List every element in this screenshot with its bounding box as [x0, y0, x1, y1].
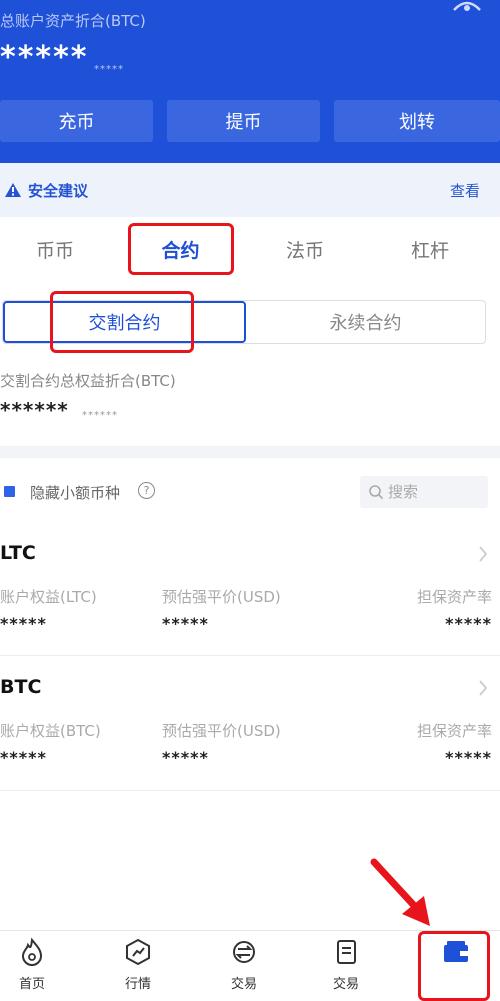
red-arrow-indicator — [370, 858, 430, 926]
margin-ratio-label: 担保资产率 — [416, 722, 492, 740]
tab-spot[interactable]: 币币 — [20, 224, 90, 274]
card-divider — [0, 655, 500, 656]
tab-fiat[interactable]: 法币 — [270, 224, 340, 274]
nav-trade[interactable]: 交易 — [204, 937, 284, 999]
deposit-button[interactable]: 充币 — [0, 100, 153, 142]
total-assets-sub: ***** — [94, 64, 124, 75]
delivery-equity-label: 交割合约总权益折合(BTC) — [0, 372, 176, 390]
eye-icon[interactable] — [452, 0, 482, 16]
section-divider — [0, 446, 500, 458]
liquidation-price-value: ***** — [162, 614, 209, 633]
delivery-equity-value: ****** — [0, 398, 69, 422]
coin-name: LTC — [0, 542, 36, 564]
chart-hexagon-icon — [126, 938, 150, 966]
account-equity-value: ***** — [0, 748, 47, 767]
wallet-icon — [444, 941, 468, 962]
search-icon — [369, 485, 384, 500]
asset-header: 总账户资产折合(BTC) ***** ***** 充币 提币 划转 — [0, 0, 500, 163]
filter-row: 隐藏小额币种 ? — [0, 474, 500, 510]
security-advice-bar[interactable]: 安全建议 查看 — [0, 163, 500, 217]
chevron-right-icon — [479, 680, 488, 696]
liquidation-price-label: 预估强平价(USD) — [162, 588, 281, 606]
flame-icon — [21, 937, 43, 966]
transfer-button[interactable]: 划转 — [334, 100, 500, 142]
coin-card-btc[interactable]: BTC 账户权益(BTC) 预估强平价(USD) 担保资产率 ***** ***… — [0, 660, 500, 790]
tab-margin[interactable]: 杠杆 — [395, 224, 465, 274]
card-divider — [0, 790, 500, 791]
nav-orders[interactable]: 交易 — [306, 937, 386, 999]
help-icon[interactable]: ? — [138, 482, 155, 499]
hide-small-checkbox[interactable] — [4, 486, 15, 497]
view-link[interactable]: 查看 — [450, 180, 480, 201]
margin-ratio-value: ***** — [445, 748, 492, 767]
withdraw-button[interactable]: 提币 — [167, 100, 320, 142]
liquidation-price-value: ***** — [162, 748, 209, 767]
nav-label: 交易 — [230, 977, 257, 992]
nav-assets[interactable] — [416, 937, 496, 999]
coin-name: BTC — [0, 676, 42, 698]
nav-label: 交易 — [332, 977, 359, 992]
bottom-navigation: 首页 行情 交易 交易 — [0, 930, 500, 1001]
tab-contract[interactable]: 合约 — [128, 224, 233, 274]
search-input[interactable] — [388, 483, 478, 501]
liquidation-price-label: 预估强平价(USD) — [162, 722, 281, 740]
coin-card-ltc[interactable]: LTC 账户权益(LTC) 预估强平价(USD) 担保资产率 ***** ***… — [0, 526, 500, 656]
document-icon — [337, 940, 356, 964]
search-box[interactable] — [360, 476, 488, 508]
segment-perpetual-contract[interactable]: 永续合约 — [246, 301, 485, 343]
nav-home[interactable]: 首页 — [0, 937, 72, 999]
total-assets-value: ***** — [0, 40, 89, 75]
hide-small-label: 隐藏小额币种 — [30, 484, 121, 502]
exchange-icon — [233, 941, 255, 963]
security-advice-text: 安全建议 — [28, 181, 89, 200]
account-equity-label: 账户权益(LTC) — [0, 588, 97, 606]
account-equity-label: 账户权益(BTC) — [0, 722, 101, 740]
account-tabs: 币币 合约 法币 杠杆 — [0, 224, 500, 280]
nav-label: 行情 — [124, 977, 151, 992]
warning-icon — [5, 183, 21, 197]
delivery-equity-sub: ****** — [82, 410, 118, 421]
nav-market[interactable]: 行情 — [98, 937, 178, 999]
margin-ratio-value: ***** — [445, 614, 492, 633]
total-assets-label: 总账户资产折合(BTC) — [0, 12, 146, 30]
chevron-right-icon — [479, 546, 488, 562]
segment-delivery-contract[interactable]: 交割合约 — [3, 301, 246, 343]
margin-ratio-label: 担保资产率 — [416, 588, 492, 606]
account-equity-value: ***** — [0, 614, 47, 633]
contract-type-segment: 交割合约 永续合约 — [2, 300, 486, 344]
nav-label: 首页 — [18, 977, 45, 992]
